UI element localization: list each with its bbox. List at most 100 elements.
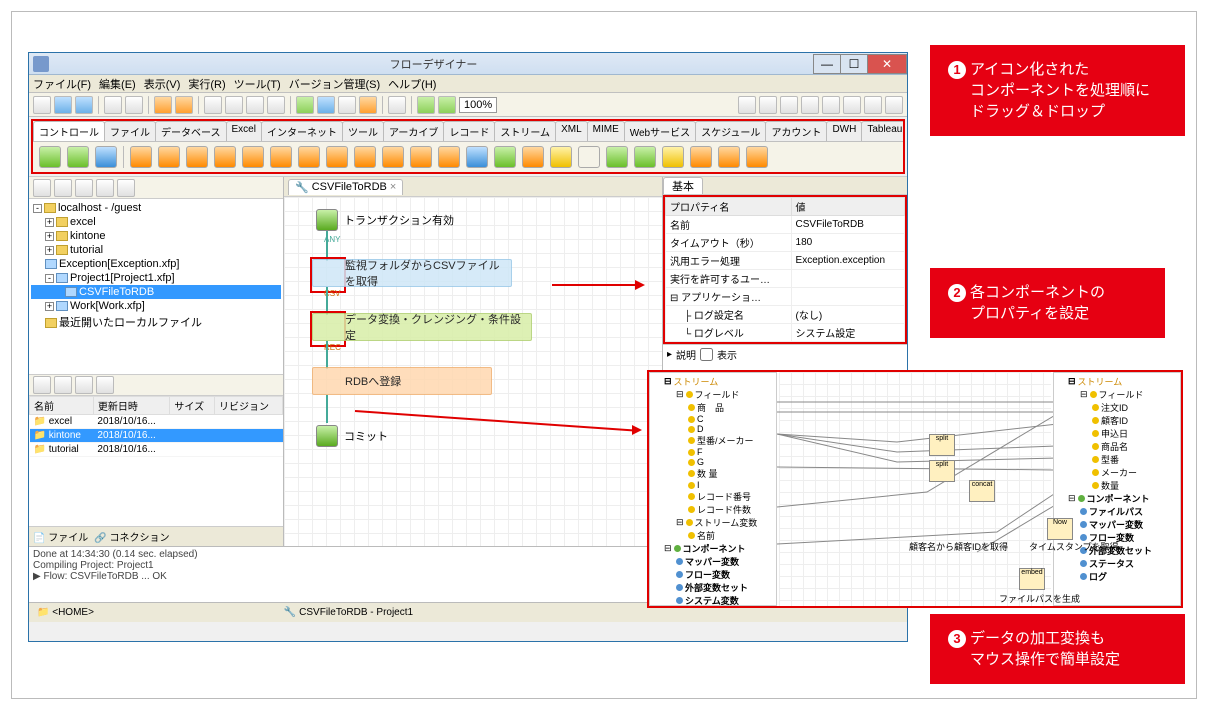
palette-icon[interactable] xyxy=(690,146,712,168)
project-tree[interactable]: -localhost - /guest +excel +kintone +tut… xyxy=(29,199,283,374)
folder-open-icon[interactable] xyxy=(33,376,51,394)
save-icon[interactable] xyxy=(54,96,72,114)
palette-tab[interactable]: データベース xyxy=(155,121,227,141)
layout6-icon[interactable] xyxy=(843,96,861,114)
palette-icon[interactable] xyxy=(382,146,404,168)
mapper-source-tree[interactable]: ⊟ ストリーム ⊟ フィールド 商 品 C D 型番/メーカー F G 数 量 … xyxy=(649,372,777,606)
palette-icon[interactable] xyxy=(410,146,432,168)
palette-tab[interactable]: XML xyxy=(555,121,588,141)
compile-icon[interactable] xyxy=(296,96,314,114)
menu-tools[interactable]: ツール(T) xyxy=(234,76,281,92)
now-func-icon[interactable]: Now xyxy=(1047,518,1073,540)
layout8-icon[interactable] xyxy=(885,96,903,114)
palette-tab[interactable]: ツール xyxy=(342,121,384,141)
tab-connection[interactable]: コネクション xyxy=(109,533,169,544)
tree-refresh-icon[interactable] xyxy=(54,179,72,197)
palette-icon[interactable] xyxy=(438,146,460,168)
close-tab-icon[interactable]: × xyxy=(390,181,396,193)
properties-table[interactable]: プロパティ名値 名前CSVFileToRDB タイムアウト（秒）180 汎用エラ… xyxy=(663,195,907,344)
palette-tab[interactable]: ストリーム xyxy=(494,121,556,141)
cut-icon[interactable] xyxy=(125,96,143,114)
menu-file[interactable]: ファイル(F) xyxy=(33,76,91,92)
close-button[interactable]: ✕ xyxy=(867,54,907,74)
debug-icon[interactable] xyxy=(338,96,356,114)
concat-func-icon[interactable]: concat xyxy=(969,480,995,502)
undo-icon[interactable] xyxy=(154,96,172,114)
flow-canvas[interactable]: トランザクション有効 ANY 監視フォルダからCSVファイルを取得 CSV デー… xyxy=(284,197,662,546)
palette-icon[interactable] xyxy=(718,146,740,168)
palette-icon[interactable] xyxy=(242,146,264,168)
menu-edit[interactable]: 編集(E) xyxy=(99,76,136,92)
step-icon[interactable] xyxy=(388,96,406,114)
embed-func-icon[interactable]: embed xyxy=(1019,568,1045,590)
palette-icon[interactable] xyxy=(662,146,684,168)
layout1-icon[interactable] xyxy=(738,96,756,114)
palette-icon[interactable] xyxy=(270,146,292,168)
palette-icon[interactable] xyxy=(326,146,348,168)
tree-open-icon[interactable] xyxy=(33,179,51,197)
csv-read-node[interactable]: 監視フォルダからCSVファイルを取得 xyxy=(312,259,512,287)
rdb-write-node[interactable]: RDBへ登録 xyxy=(312,367,492,395)
palette-icon[interactable] xyxy=(130,146,152,168)
layout3-icon[interactable] xyxy=(780,96,798,114)
palette-icon[interactable] xyxy=(67,146,89,168)
zoom-select[interactable]: 100% xyxy=(459,97,497,113)
folder-refresh-icon[interactable] xyxy=(96,376,114,394)
power-icon[interactable] xyxy=(359,96,377,114)
split-func-icon[interactable]: split xyxy=(929,434,955,456)
menu-help[interactable]: ヘルプ(H) xyxy=(388,76,436,92)
palette-tab[interactable]: コントロール xyxy=(33,121,105,141)
mapper-target-tree[interactable]: ⊟ ストリーム ⊟ フィールド 注文ID 顧客ID 申込日 商品名 型番 メーカ… xyxy=(1053,372,1181,606)
menu-run[interactable]: 実行(R) xyxy=(188,76,225,92)
palette-icon[interactable] xyxy=(522,146,544,168)
palette-tab[interactable]: MIME xyxy=(587,121,625,141)
new-icon[interactable] xyxy=(33,96,51,114)
cut2-icon[interactable] xyxy=(204,96,222,114)
minimize-button[interactable]: — xyxy=(813,54,841,74)
palette-tab[interactable]: Tableau xyxy=(861,121,903,141)
palette-icon[interactable] xyxy=(494,146,516,168)
palette-tab[interactable]: アカウント xyxy=(765,121,827,141)
palette-icon[interactable] xyxy=(746,146,768,168)
palette-tab[interactable]: DWH xyxy=(826,121,862,141)
mapper-node[interactable]: データ変換・クレンジング・条件設定 xyxy=(312,313,532,341)
palette-tab[interactable]: インターネット xyxy=(261,121,343,141)
back-icon[interactable] xyxy=(417,96,435,114)
tab-file[interactable]: ファイル xyxy=(48,533,88,544)
menu-view[interactable]: 表示(V) xyxy=(144,76,181,92)
menu-version[interactable]: バージョン管理(S) xyxy=(289,76,380,92)
palette-icon[interactable] xyxy=(39,146,61,168)
saveall-icon[interactable] xyxy=(75,96,93,114)
tree-expand-icon[interactable] xyxy=(96,179,114,197)
maximize-button[interactable]: ☐ xyxy=(840,54,868,74)
folder-new-icon[interactable] xyxy=(54,376,72,394)
delete-icon[interactable] xyxy=(267,96,285,114)
palette-icon[interactable] xyxy=(214,146,236,168)
layout7-icon[interactable] xyxy=(864,96,882,114)
palette-tab[interactable]: Excel xyxy=(226,121,262,141)
palette-icon[interactable] xyxy=(550,146,572,168)
layout4-icon[interactable] xyxy=(801,96,819,114)
find-icon[interactable] xyxy=(104,96,122,114)
start-node-icon[interactable] xyxy=(316,209,338,231)
tab-basic[interactable]: 基本 xyxy=(663,177,703,194)
palette-tab[interactable]: レコード xyxy=(443,121,495,141)
palette-icon[interactable] xyxy=(158,146,180,168)
redo-icon[interactable] xyxy=(175,96,193,114)
paste-icon[interactable] xyxy=(246,96,264,114)
palette-icon[interactable] xyxy=(634,146,656,168)
layout5-icon[interactable] xyxy=(822,96,840,114)
tree-collapse-icon[interactable] xyxy=(75,179,93,197)
fwd-icon[interactable] xyxy=(438,96,456,114)
palette-tab[interactable]: ファイル xyxy=(104,121,156,141)
palette-tab[interactable]: スケジュール xyxy=(695,121,766,141)
palette-icon[interactable] xyxy=(298,146,320,168)
canvas-tab[interactable]: 🔧CSVFileToRDB× xyxy=(288,179,403,195)
palette-tab[interactable]: Webサービス xyxy=(624,121,696,141)
palette-icon[interactable] xyxy=(466,146,488,168)
copy-icon[interactable] xyxy=(225,96,243,114)
tree-filter-icon[interactable] xyxy=(117,179,135,197)
layout2-icon[interactable] xyxy=(759,96,777,114)
palette-icon[interactable] xyxy=(354,146,376,168)
palette-icon[interactable] xyxy=(578,146,600,168)
